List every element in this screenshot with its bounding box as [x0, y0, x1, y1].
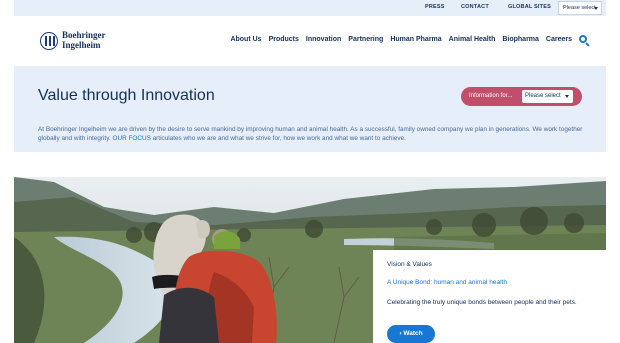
chevron-down-icon [565, 95, 569, 98]
chevron-down-icon [594, 7, 598, 10]
watch-button[interactable]: › Watch [387, 325, 435, 343]
contact-link[interactable]: CONTACT [461, 4, 489, 10]
intro-panel: Value through Innovation Information for… [14, 66, 606, 152]
intro-description: At Boehringer Ingelheim we are driven by… [38, 125, 598, 143]
country-select[interactable]: Please select [558, 1, 602, 15]
our-focus-link[interactable]: OUR FOCUS [112, 135, 150, 142]
company-logo-text[interactable]: Boehringer Ingelheim [62, 30, 106, 50]
search-icon[interactable] [579, 35, 590, 47]
audience-select[interactable]: Please select [522, 90, 573, 103]
nav-partnering[interactable]: Partnering [348, 36, 383, 43]
nav-about-us[interactable]: About Us [230, 36, 261, 43]
information-for-selector: Information for... Please select [461, 87, 582, 106]
site-header: Boehringer Ingelheim About Us Products I… [14, 16, 606, 66]
nav-innovation[interactable]: Innovation [306, 36, 341, 43]
logo-line-2: Ingelheim [62, 40, 101, 50]
card-category: Vision & Values [387, 261, 432, 268]
audience-select-value: Please select [525, 93, 561, 99]
global-sites-link[interactable]: GLOBAL SITES [508, 4, 551, 10]
nav-human-pharma[interactable]: Human Pharma [390, 36, 441, 43]
press-link[interactable]: PRESS [425, 4, 445, 10]
page-title: Value through Innovation [38, 87, 215, 104]
nav-careers[interactable]: Careers [546, 36, 572, 43]
information-for-label: Information for... [469, 93, 513, 99]
country-select-value: Please select [563, 5, 596, 11]
nav-products[interactable]: Products [269, 36, 299, 43]
utility-bar: PRESS CONTACT GLOBAL SITES Please select [14, 0, 606, 16]
featured-story-card: Vision & Values A Unique Bond: human and… [373, 250, 606, 343]
company-logo-icon[interactable] [40, 32, 58, 50]
nav-animal-health[interactable]: Animal Health [449, 36, 496, 43]
nav-biopharma[interactable]: Biopharma [502, 36, 539, 43]
card-headline-link[interactable]: A Unique Bond: human and animal health [387, 279, 507, 286]
logo-line-1: Boehringer [62, 30, 106, 40]
main-nav: About Us Products Innovation Partnering … [223, 36, 572, 43]
card-description: Celebrating the truly unique bonds betwe… [387, 299, 577, 306]
intro-text-end: articulates who we are and what we striv… [150, 135, 406, 142]
